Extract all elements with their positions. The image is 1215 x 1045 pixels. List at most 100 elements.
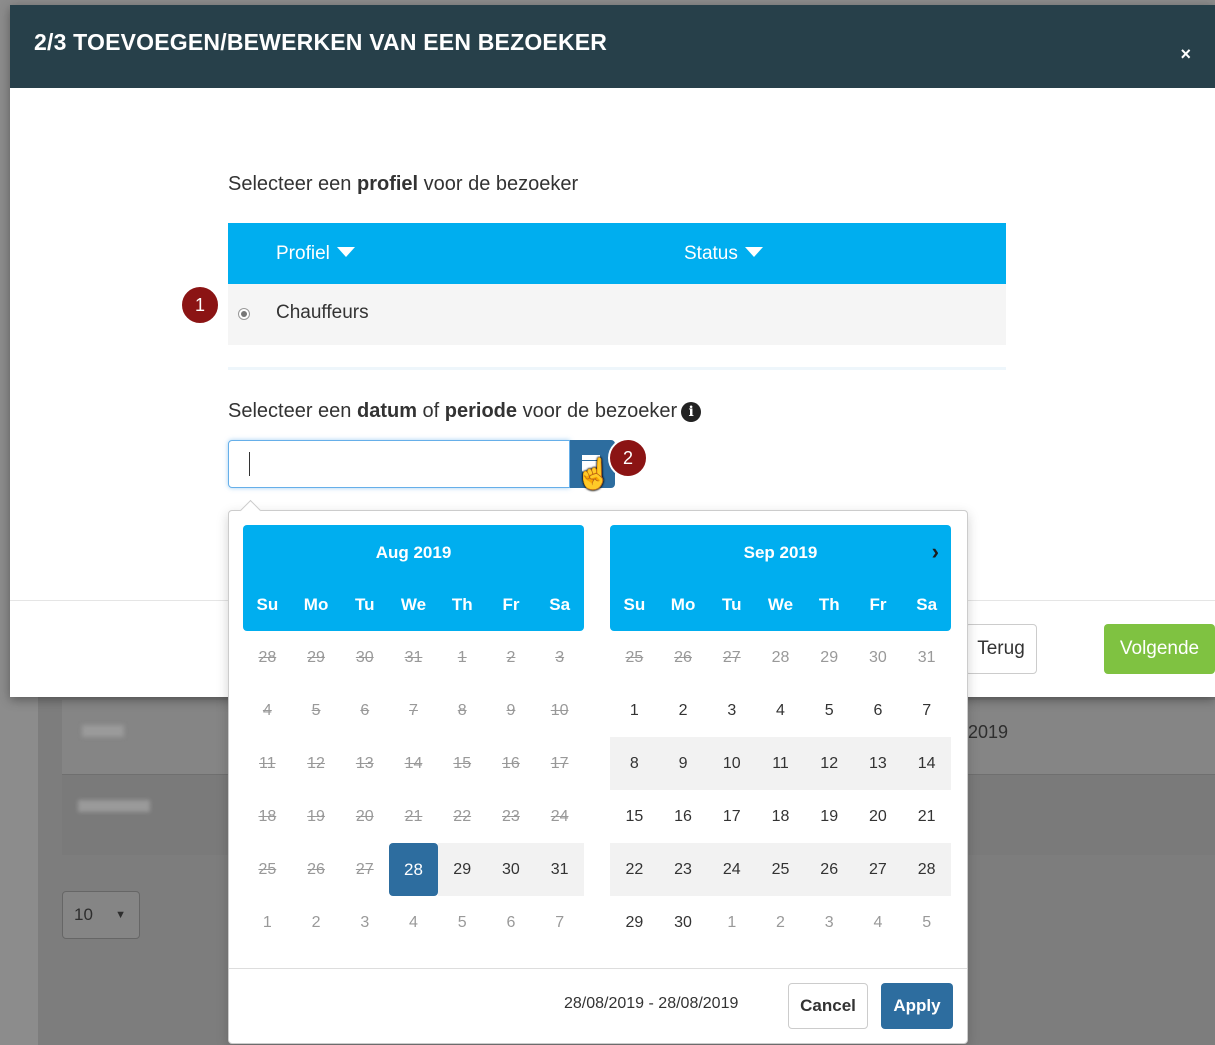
calendar-day[interactable]: 12 (804, 737, 854, 790)
calendar-day[interactable]: 9 (658, 737, 708, 790)
calendar-day: 9 (506, 701, 516, 719)
weekday-label: Fr (869, 595, 887, 614)
weekday-label: Su (623, 595, 646, 614)
calendar-day[interactable]: 31 (535, 843, 584, 896)
calendar-day[interactable]: 28 (902, 843, 951, 896)
column-header-status[interactable]: Status (684, 243, 763, 265)
calendar-day[interactable]: 5 (438, 896, 487, 949)
calendar-day[interactable]: 7 (535, 896, 584, 949)
calendar-day[interactable]: 21 (902, 790, 951, 843)
back-button[interactable]: Terug (965, 624, 1037, 674)
step-marker-2: 2 (608, 438, 648, 478)
label-text: voor de bezoeker (517, 400, 678, 422)
calendar-day: 29 (307, 648, 325, 666)
calendar-day: 31 (404, 648, 423, 666)
calendar-day[interactable]: 29 (610, 896, 659, 949)
close-icon[interactable]: × (1180, 45, 1191, 63)
calendar-day[interactable]: 6 (854, 684, 903, 737)
calendar-day[interactable]: 3 (340, 896, 389, 949)
column-header-label: Status (684, 243, 738, 264)
calendar-day[interactable]: 2 (292, 896, 341, 949)
divider (228, 367, 1006, 370)
calendar-day[interactable]: 29 (805, 631, 854, 684)
calendar-day[interactable]: 16 (659, 790, 708, 843)
profile-table: Profiel Status Chauffeurs (228, 223, 1006, 345)
calendar-day[interactable]: 7 (902, 684, 951, 737)
date-range-picker: Aug 2019 Su Mo Tu We Th Fr Sa 28 29 30 31 1 2… (228, 510, 968, 1044)
radio-icon[interactable] (238, 308, 250, 320)
calendar-left: Aug 2019 Su Mo Tu We Th Fr Sa 28 29 30 31 1 2… (243, 525, 584, 949)
calendar-day[interactable]: 15 (610, 790, 659, 843)
next-button[interactable]: Volgende (1104, 624, 1215, 674)
day-grid: 28 29 30 31 1 2 3 4 5 6 7 8 9 10 11 12 13 14 15 16 17 18 19 20 2… (243, 631, 584, 949)
calendar-day: 27 (722, 648, 741, 666)
caret-down-icon (744, 247, 763, 257)
calendar-day[interactable]: 2 (659, 684, 708, 737)
table-row[interactable]: Chauffeurs (228, 284, 1006, 345)
calendar-day[interactable]: 10 (707, 737, 757, 790)
calendar-day: 15 (453, 754, 472, 772)
calendar-header: Sep 2019 › Su Mo Tu We Th Fr Sa (610, 525, 951, 631)
calendar-day[interactable]: 18 (756, 790, 805, 843)
calendar-day[interactable]: 1 (610, 684, 659, 737)
calendar-day[interactable]: 5 (902, 896, 951, 949)
calendar-day: 1 (457, 648, 467, 666)
month-title: Aug 2019 (375, 543, 452, 562)
calendar-day[interactable]: 24 (707, 843, 757, 896)
calendar-day[interactable]: 2 (756, 896, 805, 949)
calendar-day[interactable]: 19 (805, 790, 854, 843)
calendar-day: 26 (674, 648, 692, 666)
calendar-day[interactable]: 30 (659, 896, 708, 949)
calendar-day[interactable]: 4 (854, 896, 903, 949)
calendar-day[interactable]: 29 (437, 843, 487, 896)
calendar-day[interactable]: 14 (902, 737, 951, 790)
calendar-day[interactable]: 13 (853, 737, 903, 790)
calendar-day[interactable]: 25 (756, 843, 805, 896)
calendar-day[interactable]: 30 (486, 843, 536, 896)
label-bold: profiel (356, 173, 419, 195)
calendar-day[interactable]: 17 (707, 790, 756, 843)
modal-title: 2/3 TOEVOEGEN/BEWERKEN VAN EEN BEZOEKER (34, 29, 608, 55)
apply-button[interactable]: Apply (881, 983, 953, 1029)
column-header-profiel[interactable]: Profiel (276, 243, 355, 265)
calendar-day[interactable]: 5 (805, 684, 854, 737)
info-icon[interactable]: i (681, 402, 702, 422)
calendar-day[interactable]: 3 (805, 896, 854, 949)
chevron-right-icon[interactable]: › (932, 539, 939, 565)
selected-range-text: 28/08/2019 - 28/08/2019 (564, 995, 739, 1012)
calendar-day[interactable]: 23 (658, 843, 708, 896)
calendar-day[interactable]: 20 (854, 790, 903, 843)
text-cursor (249, 452, 250, 476)
blurred-text (78, 800, 150, 812)
calendar-day[interactable]: 8 (610, 737, 659, 790)
weekday-label: Su (256, 595, 279, 614)
calendar-day[interactable]: 1 (707, 896, 756, 949)
label-bold: periode (444, 400, 518, 422)
calendar-day[interactable]: 3 (707, 684, 756, 737)
calendar-day[interactable]: 26 (804, 843, 854, 896)
weekday-label: Sa (549, 595, 571, 614)
calendar-day[interactable]: 30 (854, 631, 903, 684)
calendar-day[interactable]: 28 (389, 843, 438, 896)
calendar-day: 21 (404, 807, 423, 825)
date-range-input[interactable] (228, 440, 570, 488)
weekday-label: Mo (303, 595, 329, 614)
caret-down-icon: ▼ (115, 909, 126, 921)
page-size-select[interactable]: 10 ▼ (62, 891, 140, 939)
calendar-day[interactable]: 28 (756, 631, 805, 684)
calendar-day[interactable]: 4 (756, 684, 805, 737)
blurred-text (82, 725, 124, 737)
weekday-label: Th (451, 595, 473, 614)
calendar-day: 4 (262, 701, 272, 719)
calendar-day: 18 (258, 807, 277, 825)
calendar-day[interactable]: 6 (487, 896, 536, 949)
calendar-day[interactable]: 27 (853, 843, 903, 896)
profile-name: Chauffeurs (276, 302, 369, 323)
cancel-button[interactable]: Cancel (788, 983, 868, 1029)
calendar-day[interactable]: 31 (902, 631, 951, 684)
calendar-day: 17 (550, 754, 569, 772)
calendar-day[interactable]: 4 (389, 896, 438, 949)
calendar-day[interactable]: 11 (756, 737, 805, 790)
calendar-day[interactable]: 22 (610, 843, 659, 896)
calendar-day[interactable]: 1 (243, 896, 292, 949)
